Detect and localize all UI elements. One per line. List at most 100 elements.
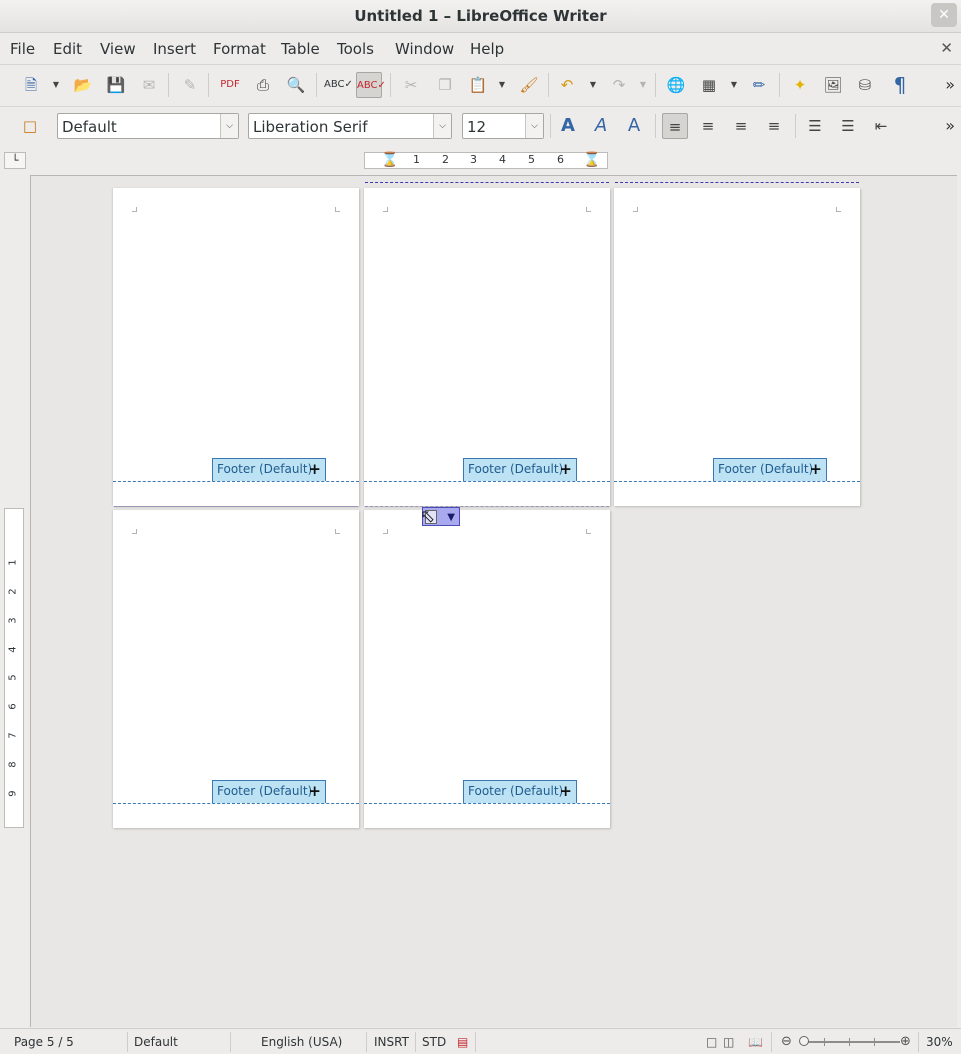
add-footer-icon[interactable]: +: [809, 459, 822, 480]
page-4[interactable]: Footer (Default) +: [113, 510, 359, 828]
selection-mode-indicator[interactable]: STD: [422, 1035, 446, 1049]
footer-button[interactable]: Footer (Default) +: [463, 780, 577, 803]
open-folder-icon[interactable]: 📂: [70, 72, 96, 98]
tab-stop-selector[interactable]: └: [4, 152, 26, 169]
menu-view[interactable]: View: [100, 40, 136, 58]
print-preview-icon[interactable]: 🔍: [283, 72, 309, 98]
zoom-out-icon[interactable]: ⊖: [781, 1034, 792, 1049]
language-indicator[interactable]: English (USA): [261, 1035, 342, 1049]
data-sources-icon[interactable]: ⛁: [852, 72, 878, 98]
bold-icon[interactable]: A: [555, 113, 581, 139]
close-document-button[interactable]: ✕: [940, 39, 953, 57]
window-close-button[interactable]: ✕: [931, 3, 957, 27]
zoom-in-icon[interactable]: ⊕: [900, 1034, 911, 1049]
undo-icon[interactable]: ↶: [554, 72, 580, 98]
bullets-icon[interactable]: ☰: [835, 113, 861, 139]
paste-icon[interactable]: 📋: [465, 72, 491, 98]
menu-file[interactable]: File: [10, 40, 35, 58]
menu-edit[interactable]: Edit: [53, 40, 82, 58]
chevron-down-icon[interactable]: ▼: [447, 508, 455, 527]
table-dropdown-arrow[interactable]: ▼: [729, 72, 739, 98]
cut-icon[interactable]: ✂: [398, 72, 424, 98]
text-boundary-corner: [836, 207, 841, 212]
footer-button[interactable]: Footer (Default) +: [463, 458, 577, 481]
page-indicator[interactable]: Page 5 / 5: [14, 1035, 74, 1049]
table-icon[interactable]: ▦: [696, 72, 722, 98]
formatting-marks-icon[interactable]: ¶: [887, 72, 913, 98]
footer-button[interactable]: Footer (Default) +: [212, 458, 326, 481]
add-footer-icon[interactable]: +: [308, 459, 321, 480]
print-icon[interactable]: ⎙: [250, 72, 276, 98]
page-style-indicator[interactable]: Default: [134, 1035, 178, 1049]
new-document-icon[interactable]: 🗎: [18, 72, 44, 98]
text-boundary-corner: [132, 207, 137, 212]
document-modified-icon[interactable]: ▤: [457, 1035, 468, 1049]
font-size-combo[interactable]: 12 ⌵: [462, 113, 544, 139]
align-center-icon[interactable]: ≡: [695, 113, 721, 139]
styles-and-formatting-icon[interactable]: □: [17, 113, 43, 139]
page-2[interactable]: Footer (Default) +: [364, 188, 610, 506]
align-right-icon[interactable]: ≡: [728, 113, 754, 139]
menu-format[interactable]: Format: [213, 40, 266, 58]
spellcheck-icon[interactable]: ABC✓: [324, 72, 353, 98]
menu-help[interactable]: Help: [470, 40, 504, 58]
page-1[interactable]: Footer (Default) +: [113, 188, 359, 506]
single-page-view-icon[interactable]: □: [706, 1035, 717, 1049]
font-size-value: 12: [467, 118, 487, 136]
justify-icon[interactable]: ≡: [761, 113, 787, 139]
underline-icon[interactable]: A: [621, 113, 647, 139]
clone-formatting-icon[interactable]: 🖌: [516, 72, 542, 98]
page-5[interactable]: Footer (Default) +: [364, 510, 610, 828]
new-dropdown-arrow[interactable]: ▼: [51, 72, 61, 98]
footer-button[interactable]: Footer (Default) +: [212, 780, 326, 803]
navigator-icon[interactable]: ✦: [787, 72, 813, 98]
menu-table[interactable]: Table: [281, 40, 320, 58]
autospellcheck-icon[interactable]: ABC✓: [356, 72, 386, 98]
numbering-icon[interactable]: ☰: [802, 113, 828, 139]
book-view-icon[interactable]: 📖: [748, 1035, 763, 1049]
copy-icon[interactable]: ❐: [432, 72, 458, 98]
footer-label: Footer (Default): [468, 462, 564, 476]
redo-dropdown-arrow[interactable]: ▼: [638, 72, 648, 98]
redo-icon[interactable]: ↷: [606, 72, 632, 98]
zoom-slider-handle[interactable]: [799, 1036, 809, 1046]
add-footer-icon[interactable]: +: [559, 781, 572, 802]
insert-mode-indicator[interactable]: INSRT: [374, 1035, 409, 1049]
chevron-down-icon[interactable]: ⌵: [220, 114, 238, 138]
copy-glyph: ❐: [438, 76, 452, 94]
zoom-percentage[interactable]: 30%: [926, 1035, 953, 1049]
undo-dropdown-arrow[interactable]: ▼: [588, 72, 598, 98]
multi-page-view-icon[interactable]: ◫: [723, 1035, 734, 1049]
text-boundary-corner: [132, 529, 137, 534]
horizontal-ruler[interactable]: ⌛ 1 2 3 4 5 6 ⌛: [364, 152, 608, 169]
footer-button[interactable]: Footer (Default) +: [713, 458, 827, 481]
email-icon[interactable]: ✉: [136, 72, 162, 98]
paragraph-style-combo[interactable]: Default ⌵: [57, 113, 239, 139]
chevron-down-icon[interactable]: ⌵: [525, 114, 543, 138]
save-icon[interactable]: 💾: [103, 72, 129, 98]
menu-insert[interactable]: Insert: [153, 40, 196, 58]
hyperlink-icon[interactable]: 🌐: [663, 72, 689, 98]
formatting-toolbar-overflow[interactable]: »: [945, 116, 955, 135]
menu-tools[interactable]: Tools: [337, 40, 374, 58]
paste-dropdown-arrow[interactable]: ▼: [497, 72, 507, 98]
add-footer-icon[interactable]: +: [308, 781, 321, 802]
zoom-slider-track[interactable]: [800, 1041, 900, 1043]
right-indent-marker[interactable]: ⌛: [583, 152, 600, 168]
align-left-icon[interactable]: ≡: [662, 113, 688, 139]
page-3[interactable]: Footer (Default) +: [614, 188, 860, 506]
gallery-icon[interactable]: 🖼: [820, 72, 846, 98]
standard-toolbar-overflow[interactable]: »: [945, 75, 955, 94]
italic-icon[interactable]: A: [588, 113, 614, 139]
font-name-combo[interactable]: Liberation Serif ⌵: [248, 113, 452, 139]
show-draw-functions-icon[interactable]: ✏: [746, 72, 772, 98]
new-document-glyph: 🗎: [24, 76, 38, 94]
decrease-indent-icon[interactable]: ⇤: [868, 113, 894, 139]
left-indent-marker[interactable]: ⌛: [381, 152, 398, 168]
menu-window[interactable]: Window: [395, 40, 454, 58]
chevron-down-icon[interactable]: ⌵: [433, 114, 451, 138]
edit-file-icon[interactable]: ✎: [177, 72, 203, 98]
export-pdf-icon[interactable]: PDF: [217, 72, 243, 98]
vertical-ruler[interactable]: 1 2 3 4 5 6 7 8 9: [4, 508, 24, 828]
add-footer-icon[interactable]: +: [559, 459, 572, 480]
